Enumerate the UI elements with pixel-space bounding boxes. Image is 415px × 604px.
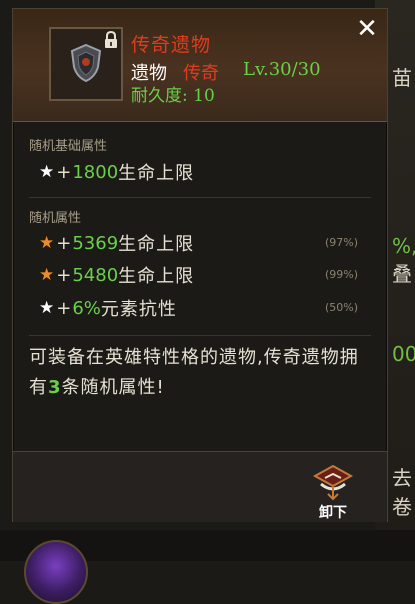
stat-plus: +: [56, 264, 72, 286]
description-highlight: 3: [48, 377, 62, 398]
random-stat-row: ★ + 5369 生命上限: [39, 230, 194, 256]
stat-roll-percent: (50%): [325, 301, 359, 314]
star-icon: ★: [39, 233, 55, 253]
item-icon-frame: [49, 27, 123, 101]
background-text-5: 去卷: [392, 466, 412, 519]
star-icon: ★: [39, 265, 55, 285]
stat-roll-percent: (97%): [325, 236, 359, 249]
stat-label: 生命上限: [118, 234, 195, 255]
skill-orb-icon[interactable]: [24, 540, 88, 604]
section-divider: [29, 335, 371, 336]
unequip-label: 卸下: [319, 505, 347, 521]
item-level: Lv.30/30: [243, 59, 321, 80]
stat-label: 元素抗性: [100, 299, 177, 320]
stat-label: 生命上限: [118, 266, 195, 287]
stat-plus: +: [56, 297, 72, 319]
item-name: 传奇遗物: [131, 34, 212, 56]
shield-icon: [70, 43, 102, 83]
item-description: 可装备在英雄特性格的遗物,传奇遗物拥有3条随机属性!: [29, 343, 373, 403]
unequip-icon: [312, 464, 354, 501]
random-stat-row: ★ + 5480 生命上限: [39, 262, 194, 288]
tooltip-footer: 卸下: [13, 451, 387, 522]
close-icon[interactable]: ✕: [353, 15, 381, 43]
stat-value: 5369: [72, 232, 119, 254]
item-tooltip: ✕ 传奇遗物 遗物 传奇 Lv.30/30 耐久度: 10 随机基础属性 ★ +…: [12, 8, 388, 522]
background-text-3: 叠: [392, 262, 412, 286]
item-durability: 耐久度: 10: [131, 86, 215, 106]
background-text-2: %,: [392, 234, 415, 258]
stat-value: 5480: [72, 264, 119, 286]
background-text-1: 苗: [392, 66, 412, 90]
item-header: ✕ 传奇遗物 遗物 传奇 Lv.30/30 耐久度: 10: [13, 9, 387, 122]
star-icon: ★: [39, 298, 55, 318]
stat-plus: +: [56, 161, 72, 183]
unequip-button[interactable]: 卸下: [303, 464, 363, 522]
random-attributes-title: 随机属性: [29, 211, 82, 226]
base-stat-row: ★ + 1800 生命上限: [39, 159, 194, 185]
stat-value: 6%: [72, 297, 101, 319]
stat-label: 生命上限: [118, 163, 195, 184]
stat-plus: +: [56, 232, 72, 254]
random-stat-row: ★ + 6% 元素抗性: [39, 295, 177, 321]
stat-value: 1800: [72, 161, 119, 183]
description-text-end: 条随机属性!: [61, 377, 165, 398]
section-divider: [29, 197, 371, 198]
star-icon: ★: [39, 162, 55, 182]
lock-icon: [105, 31, 117, 48]
stat-roll-percent: (99%): [325, 268, 359, 281]
base-attributes-title: 随机基础属性: [29, 139, 108, 154]
background-text-4: 00: [392, 342, 415, 366]
